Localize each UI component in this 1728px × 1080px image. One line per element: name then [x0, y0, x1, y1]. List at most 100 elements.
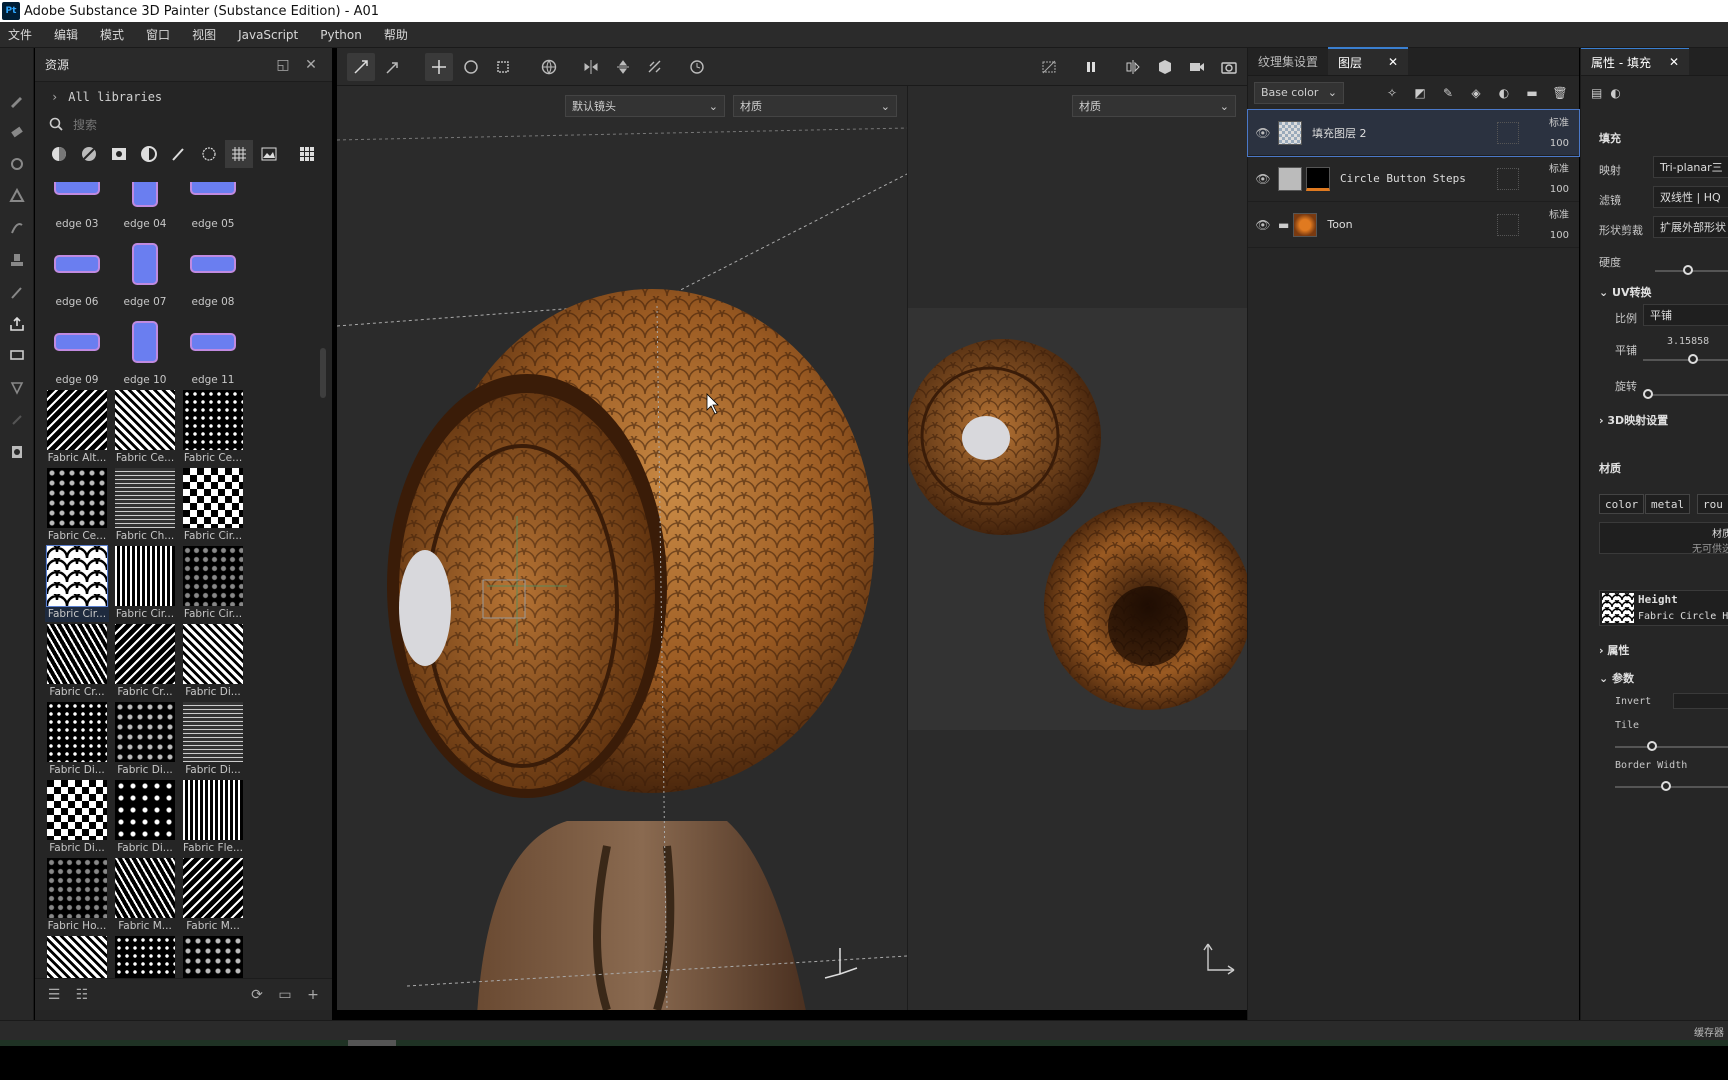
particle-filter-icon[interactable]: [195, 140, 223, 168]
projection-icon[interactable]: [0, 148, 34, 180]
asset-tile[interactable]: Fabric Ho...: [45, 858, 109, 934]
add-smart-material-icon[interactable]: ◐: [1491, 80, 1517, 106]
menu-mode[interactable]: 模式: [100, 26, 124, 43]
scale-icon[interactable]: [489, 53, 517, 81]
hardness-knob[interactable]: [1683, 265, 1693, 275]
mask-slot[interactable]: [1497, 168, 1519, 190]
clone-stamp-icon[interactable]: [0, 244, 34, 276]
asset-tile[interactable]: edge 08: [181, 234, 245, 310]
environment-filter-icon[interactable]: [255, 140, 283, 168]
menu-python[interactable]: Python: [320, 28, 362, 42]
hide-ui-icon[interactable]: [1035, 53, 1063, 81]
geometry-fill-icon[interactable]: [0, 180, 34, 212]
blend-mode[interactable]: 标准: [1549, 160, 1569, 180]
refresh-icon[interactable]: ⟳: [246, 984, 268, 1006]
menu-help[interactable]: 帮助: [384, 26, 408, 43]
asset-tile[interactable]: [181, 936, 245, 982]
layer-opacity[interactable]: 100: [1549, 180, 1569, 200]
float-panel-icon[interactable]: ◱: [272, 54, 294, 76]
asset-tile[interactable]: edge 06: [45, 234, 109, 310]
world-space-icon[interactable]: [535, 53, 563, 81]
channel-dropdown[interactable]: Base color ⌄: [1254, 81, 1344, 104]
all-filter-icon[interactable]: [293, 140, 321, 168]
uv-transform-section[interactable]: ⌄ UV转换: [1599, 284, 1652, 300]
filter-dropdown[interactable]: 双线性 | HQ: [1653, 186, 1728, 208]
asset-tile[interactable]: Fabric Alt...: [45, 390, 109, 466]
asset-tile[interactable]: Fabric Ce...: [181, 390, 245, 466]
blend-mode[interactable]: 标准: [1549, 206, 1569, 226]
asset-tile[interactable]: Fabric Cr...: [113, 624, 177, 700]
attributes-section[interactable]: › 属性: [1599, 642, 1629, 658]
close-icon[interactable]: ✕: [300, 54, 322, 76]
asset-tile[interactable]: Fabric Di...: [45, 702, 109, 778]
display-settings-icon[interactable]: [0, 372, 34, 404]
add-effect-icon[interactable]: ✧: [1379, 80, 1405, 106]
asset-tile[interactable]: Fabric Ch...: [113, 468, 177, 544]
asset-tile[interactable]: edge 09: [45, 312, 109, 388]
viewport-2d[interactable]: 材质 ⌄: [907, 86, 1247, 1010]
shape-crop-dropdown[interactable]: 扩展外部形状: [1653, 216, 1728, 238]
eye-icon[interactable]: 👁: [1252, 218, 1274, 232]
layer-opacity[interactable]: 100: [1549, 134, 1569, 154]
layer-row-fill-2[interactable]: 👁 填充图层 2 标准 100: [1247, 109, 1580, 157]
3d-view-icon[interactable]: [1151, 53, 1179, 81]
rotate-slider[interactable]: [1643, 394, 1728, 396]
asset-tile[interactable]: edge 04: [113, 182, 177, 232]
rough-channel-button[interactable]: rou: [1697, 494, 1728, 514]
asset-tile[interactable]: [113, 936, 177, 982]
add-icon[interactable]: +: [302, 984, 324, 1006]
delete-icon[interactable]: 🗑: [1547, 80, 1573, 106]
tree-view-icon[interactable]: ☷: [71, 984, 93, 1006]
asset-tile[interactable]: Fabric Cir...: [181, 468, 245, 544]
symmetry-icon[interactable]: [577, 53, 605, 81]
close-icon[interactable]: ✕: [1669, 55, 1679, 69]
rotate-knob[interactable]: [1643, 389, 1653, 399]
mapping-dropdown[interactable]: Tri-planar三: [1653, 156, 1728, 178]
transform-icon[interactable]: [347, 52, 375, 81]
asset-tile[interactable]: edge 05: [181, 182, 245, 232]
bake-icon[interactable]: [0, 340, 34, 372]
asset-tile[interactable]: Fabric Di...: [113, 780, 177, 856]
camera-icon[interactable]: [1183, 53, 1211, 81]
tile-knob[interactable]: [1688, 354, 1698, 364]
eye-icon[interactable]: 👁: [1252, 172, 1274, 186]
layer-opacity[interactable]: 100: [1549, 226, 1569, 246]
asset-tile[interactable]: Fabric Ce...: [45, 468, 109, 544]
invert-field[interactable]: [1673, 693, 1728, 709]
log-icon[interactable]: [0, 436, 34, 468]
brush-filter-icon[interactable]: [165, 140, 193, 168]
asset-tile[interactable]: edge 03: [45, 182, 109, 232]
border-width-knob[interactable]: [1661, 781, 1671, 791]
snapping-icon[interactable]: [641, 53, 669, 81]
asset-tile[interactable]: [45, 936, 109, 982]
asset-tile[interactable]: Fabric Cir...: [181, 546, 245, 622]
pause-icon[interactable]: [1077, 53, 1105, 81]
rotate-icon[interactable]: [457, 53, 485, 81]
screenshot-icon[interactable]: [1215, 53, 1243, 81]
smudge-icon[interactable]: [0, 212, 34, 244]
add-folder-icon[interactable]: ▬: [1519, 80, 1545, 106]
asset-tile[interactable]: Fabric M...: [113, 858, 177, 934]
uv-transform-icon[interactable]: [379, 53, 407, 81]
export-icon[interactable]: [0, 308, 34, 340]
asset-tile[interactable]: Fabric Di...: [113, 702, 177, 778]
library-selector[interactable]: › All libraries: [35, 82, 332, 112]
properties-view-icon[interactable]: ▤: [1591, 86, 1602, 100]
menu-window[interactable]: 窗口: [146, 26, 170, 43]
texture-filter-icon[interactable]: [225, 140, 253, 168]
menu-javascript[interactable]: JavaScript: [238, 28, 298, 42]
asset-tile[interactable]: Fabric Cir...: [45, 545, 109, 622]
asset-tile[interactable]: Fabric Fle...: [181, 780, 245, 856]
parameters-section[interactable]: ⌄ 参数: [1599, 670, 1634, 686]
close-icon[interactable]: ✕: [1388, 55, 1398, 69]
asset-tile[interactable]: Fabric M...: [181, 858, 245, 934]
asset-tile[interactable]: Fabric Di...: [181, 624, 245, 700]
progress-handle[interactable]: [348, 1040, 396, 1046]
split-view-icon[interactable]: [1119, 53, 1147, 81]
asset-scrollbar[interactable]: [320, 348, 326, 398]
menu-file[interactable]: 文件: [8, 26, 32, 43]
tile-value[interactable]: 3.15858: [1667, 336, 1709, 347]
material-filter-icon[interactable]: [45, 140, 73, 168]
color-channel-button[interactable]: color: [1599, 494, 1645, 514]
tile-param-knob[interactable]: [1647, 741, 1657, 751]
